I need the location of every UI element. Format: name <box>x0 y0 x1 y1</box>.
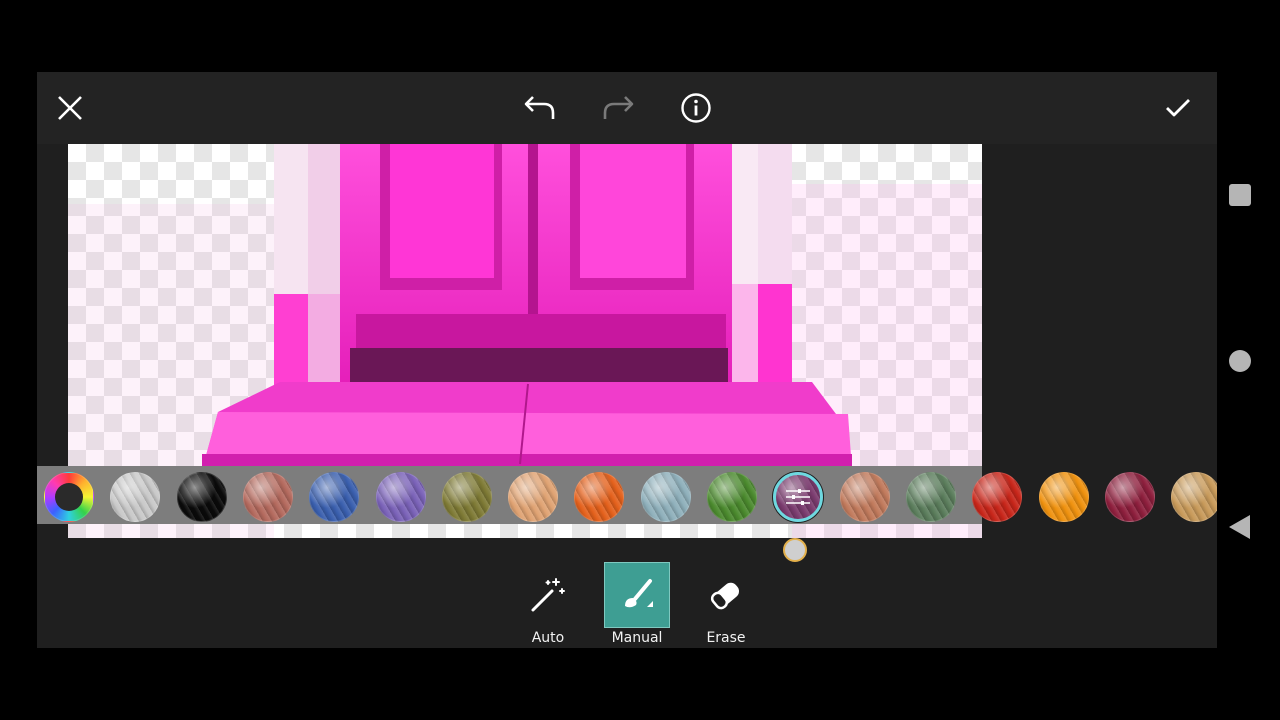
top-toolbar <box>37 72 1217 144</box>
swatch-black[interactable] <box>177 472 227 522</box>
manual-tool-icon-box <box>604 562 670 628</box>
swatch-red[interactable] <box>972 472 1022 522</box>
recents-square-icon[interactable] <box>1228 183 1252 207</box>
swatch-copper[interactable] <box>840 472 890 522</box>
tool-bar: Auto Manual Erase <box>37 562 1217 648</box>
swatch-silver[interactable] <box>110 472 160 522</box>
swatch-sage[interactable] <box>906 472 956 522</box>
swatch-rose-brown[interactable] <box>243 472 293 522</box>
info-button[interactable] <box>674 86 718 130</box>
redo-icon <box>603 96 634 119</box>
swatch-violet[interactable] <box>376 472 426 522</box>
swatch-amber[interactable] <box>1039 472 1089 522</box>
apply-button[interactable] <box>1156 86 1200 130</box>
swatch-olive[interactable] <box>442 472 492 522</box>
swatch-green[interactable] <box>707 472 757 522</box>
editor-window: Auto Manual Erase <box>37 72 1217 648</box>
brush-icon <box>625 579 653 608</box>
swatch-color-wheel[interactable] <box>44 472 94 522</box>
undo-button[interactable] <box>518 86 562 130</box>
swatch-steel-blue[interactable] <box>641 472 691 522</box>
swatch-plum[interactable] <box>773 472 823 522</box>
close-icon <box>58 96 82 120</box>
erase-tool-button[interactable]: Erase <box>693 562 759 646</box>
manual-tool-label: Manual <box>611 630 663 646</box>
undo-icon <box>524 96 555 119</box>
swatch-peach[interactable] <box>508 472 558 522</box>
system-navigation-bar <box>1228 0 1268 720</box>
adjust-sliders-icon <box>786 489 810 505</box>
home-circle-icon[interactable] <box>1228 349 1252 373</box>
erase-tool-icon-box <box>693 562 759 628</box>
auto-tool-label: Auto <box>531 630 565 646</box>
swatch-crimson[interactable] <box>1105 472 1155 522</box>
back-triangle-icon[interactable] <box>1228 514 1252 540</box>
color-wheel-center <box>55 483 83 511</box>
manual-tool-button[interactable]: Manual <box>604 562 670 646</box>
check-icon <box>1166 99 1190 117</box>
color-swatch-strip <box>37 466 1217 524</box>
auto-tool-icon-box <box>515 562 581 628</box>
brush-size-slider-knob[interactable] <box>783 538 807 562</box>
magic-wand-icon <box>531 578 565 612</box>
swatch-blue[interactable] <box>309 472 359 522</box>
erase-tool-label: Erase <box>706 630 746 646</box>
redo-button[interactable] <box>596 86 640 130</box>
swatch-orange[interactable] <box>574 472 624 522</box>
eraser-icon <box>710 582 740 610</box>
info-icon <box>681 93 711 123</box>
swatch-sand[interactable] <box>1171 472 1217 522</box>
close-button[interactable] <box>48 86 92 130</box>
auto-tool-button[interactable]: Auto <box>515 562 581 646</box>
